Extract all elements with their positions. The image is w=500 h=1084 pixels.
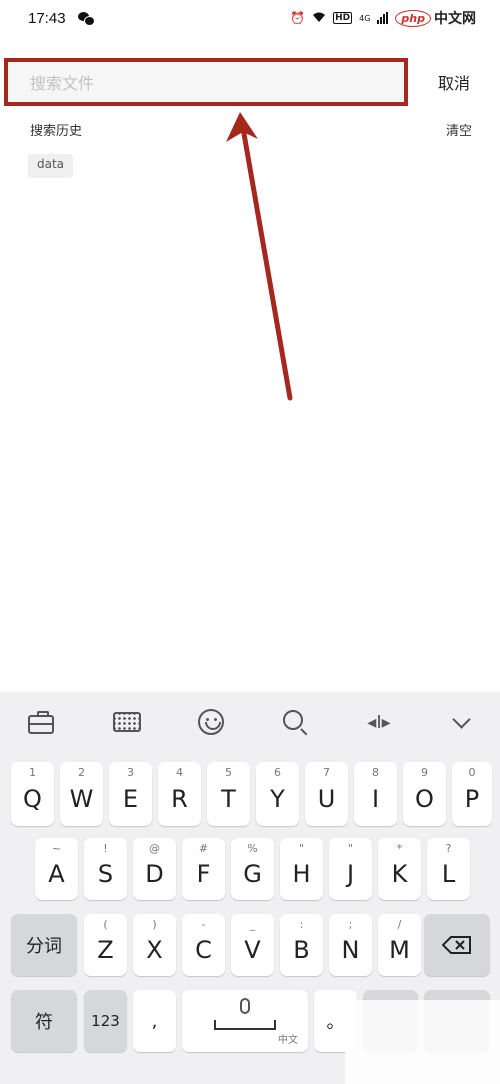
key-u[interactable]: 7U — [305, 762, 348, 826]
key-k[interactable]: * K — [378, 838, 421, 900]
microphone-icon — [240, 998, 250, 1014]
key-q[interactable]: 1Q — [11, 762, 54, 826]
history-title: 搜索历史 — [30, 124, 83, 139]
key-t[interactable]: 5T — [207, 762, 250, 826]
history-chip[interactable]: data — [28, 154, 74, 178]
cancel-button[interactable]: 取消 — [438, 70, 470, 94]
keyboard-toolbar: ◂I▸ — [0, 692, 500, 752]
key-s[interactable]: ! S — [84, 838, 127, 900]
backspace-key[interactable] — [424, 914, 490, 976]
key-m[interactable]: / M — [378, 914, 421, 976]
key-w[interactable]: 2W — [60, 762, 103, 826]
key-e[interactable]: 3E — [109, 762, 152, 826]
comma-key[interactable]: , — [133, 990, 176, 1052]
cursor-icon[interactable]: ◂I▸ — [364, 708, 394, 736]
key-l[interactable]: ? L — [427, 838, 470, 900]
key-d[interactable]: @ D — [133, 838, 176, 900]
number-key[interactable]: 123 — [84, 990, 127, 1052]
alarm-icon: ⏰ — [290, 11, 306, 25]
key-r[interactable]: 4R — [158, 762, 201, 826]
search-icon[interactable] — [280, 708, 310, 736]
search-bar: 取消 — [0, 56, 500, 108]
wifi-icon — [312, 11, 326, 26]
php-logo-mark: php — [395, 9, 431, 27]
collapse-keyboard-icon[interactable] — [446, 708, 476, 736]
status-time: 17:43 — [28, 9, 66, 27]
space-key[interactable]: 中文 — [182, 990, 308, 1052]
search-box-highlight[interactable] — [4, 58, 408, 106]
watermark-overlay — [345, 1000, 500, 1084]
key-h[interactable]: " H — [280, 838, 323, 900]
key-y[interactable]: 6Y — [256, 762, 299, 826]
key-o[interactable]: 9O — [403, 762, 446, 826]
clear-history-button[interactable]: 清空 — [446, 120, 472, 139]
key-a[interactable]: ~ A — [35, 838, 78, 900]
key-n[interactable]: ; N — [329, 914, 372, 976]
emoji-icon[interactable] — [196, 708, 226, 736]
backspace-icon — [441, 936, 472, 954]
search-history-header: 搜索历史 清空 — [30, 120, 472, 142]
key-v[interactable]: _ V — [231, 914, 274, 976]
key-c[interactable]: -C — [182, 914, 225, 976]
php-cn-logo: php 中文网 — [395, 8, 476, 28]
search-input[interactable] — [30, 70, 390, 96]
symbol-key[interactable]: 符 — [11, 990, 77, 1052]
key-b[interactable]: :B — [280, 914, 323, 976]
wechat-icon — [77, 11, 95, 26]
key-j[interactable]: " J — [329, 838, 372, 900]
key-p[interactable]: 0P — [452, 762, 492, 826]
key-i[interactable]: 8I — [354, 762, 397, 826]
space-icon — [214, 1020, 276, 1030]
status-bar: 17:43 ⏰ HD 4G php 中文网 — [0, 0, 500, 36]
status-icons: ⏰ HD 4G php 中文网 — [290, 8, 476, 28]
signal-icon — [377, 12, 389, 24]
toolbox-icon[interactable] — [26, 708, 56, 736]
key-f[interactable]: # F — [182, 838, 225, 900]
key-z[interactable]: (Z — [84, 914, 127, 976]
network-label: 4G — [359, 13, 371, 23]
keyboard-icon[interactable] — [112, 708, 142, 736]
segment-key[interactable]: 分词 — [11, 914, 77, 976]
hd-icon: HD — [333, 12, 353, 24]
key-x[interactable]: ) X — [133, 914, 176, 976]
key-g[interactable]: % G — [231, 838, 274, 900]
php-logo-text: 中文网 — [434, 11, 476, 27]
